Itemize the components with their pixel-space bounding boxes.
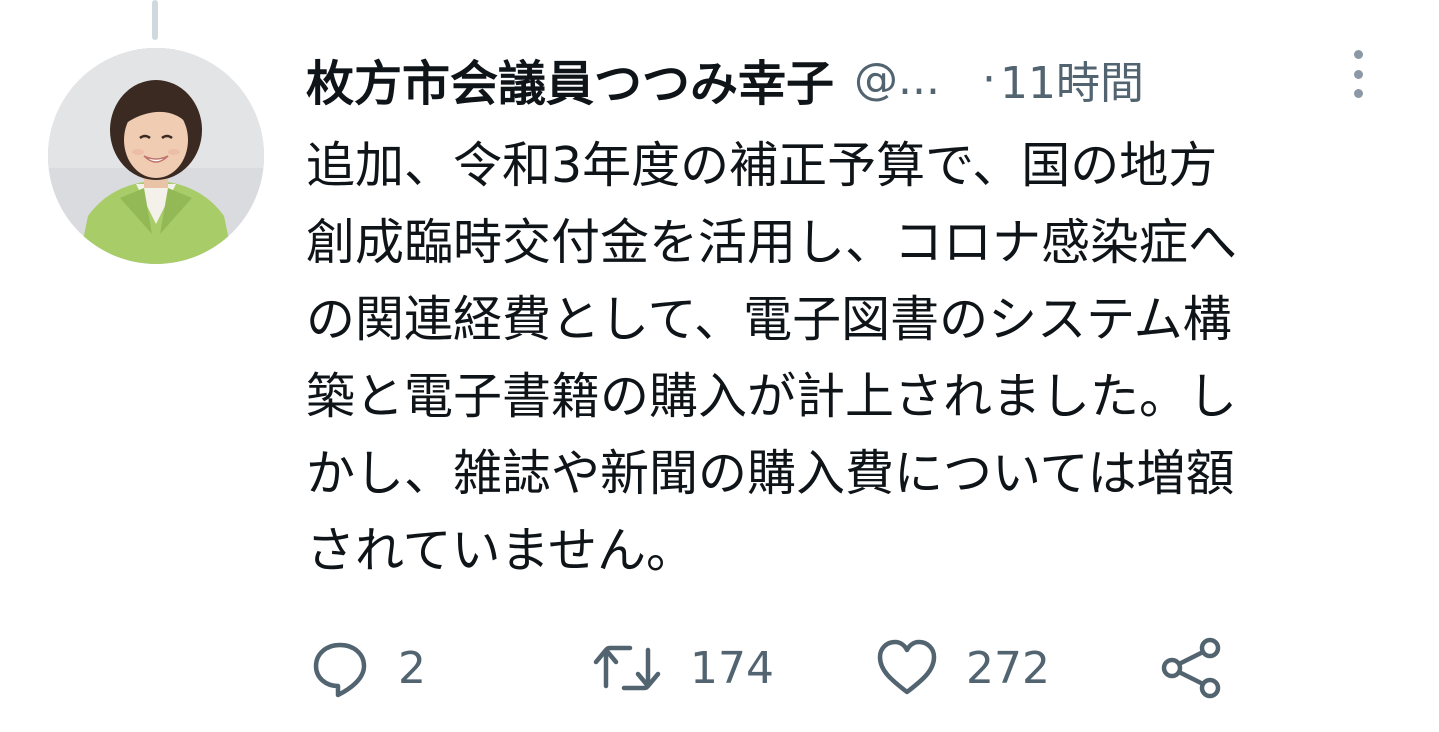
tweet-text-line: 築と電子書籍の購入が計上されました。し bbox=[306, 368, 1238, 425]
user-handle[interactable]: @... bbox=[854, 54, 940, 105]
thread-connector-line bbox=[152, 0, 158, 40]
reply-count: 2 bbox=[398, 642, 426, 694]
reply-icon bbox=[313, 642, 367, 698]
retweet-count: 174 bbox=[690, 642, 774, 694]
tweet-actions: 2 174 272 bbox=[310, 632, 1250, 704]
avatar[interactable] bbox=[48, 48, 264, 264]
tweet-text-line: かし、雑誌や新聞の購入費については増額 bbox=[306, 445, 1235, 502]
more-vertical-icon bbox=[1353, 50, 1363, 59]
retweet-button[interactable]: 174 bbox=[592, 632, 774, 704]
share-icon bbox=[1161, 637, 1221, 699]
tweet-text: 追加、令和3年度の補正予算で、国の地方 創成臨時交付金を活用し、コロナ感染症へ … bbox=[306, 127, 1396, 589]
tweet-text-line: 追加、令和3年度の補正予算で、国の地方 bbox=[306, 137, 1218, 194]
retweet-icon bbox=[593, 645, 661, 691]
reply-button[interactable]: 2 bbox=[310, 632, 426, 704]
tweet-text-line: されていません。 bbox=[306, 522, 696, 579]
like-count: 272 bbox=[966, 642, 1050, 694]
tweet-header: 枚方市会議員つつみ幸子 @... · 11時間 bbox=[306, 44, 1316, 114]
tweet-text-line: 創成臨時交付金を活用し、コロナ感染症へ bbox=[306, 214, 1238, 271]
like-button[interactable]: 272 bbox=[876, 632, 1050, 704]
heart-icon bbox=[877, 639, 937, 695]
more-vertical-icon-dot bbox=[1353, 69, 1363, 79]
more-vertical-icon-dot bbox=[1353, 89, 1363, 98]
share-button[interactable] bbox=[1160, 632, 1224, 704]
more-options-button[interactable] bbox=[1336, 46, 1380, 102]
display-name[interactable]: 枚方市会議員つつみ幸子 bbox=[306, 44, 834, 114]
avatar-photo bbox=[48, 48, 264, 264]
tweet-text-line: の関連経費として、電子図書のシステム構 bbox=[306, 291, 1232, 348]
separator-dot: · bbox=[981, 53, 996, 105]
timestamp[interactable]: 11時間 bbox=[1000, 47, 1144, 111]
